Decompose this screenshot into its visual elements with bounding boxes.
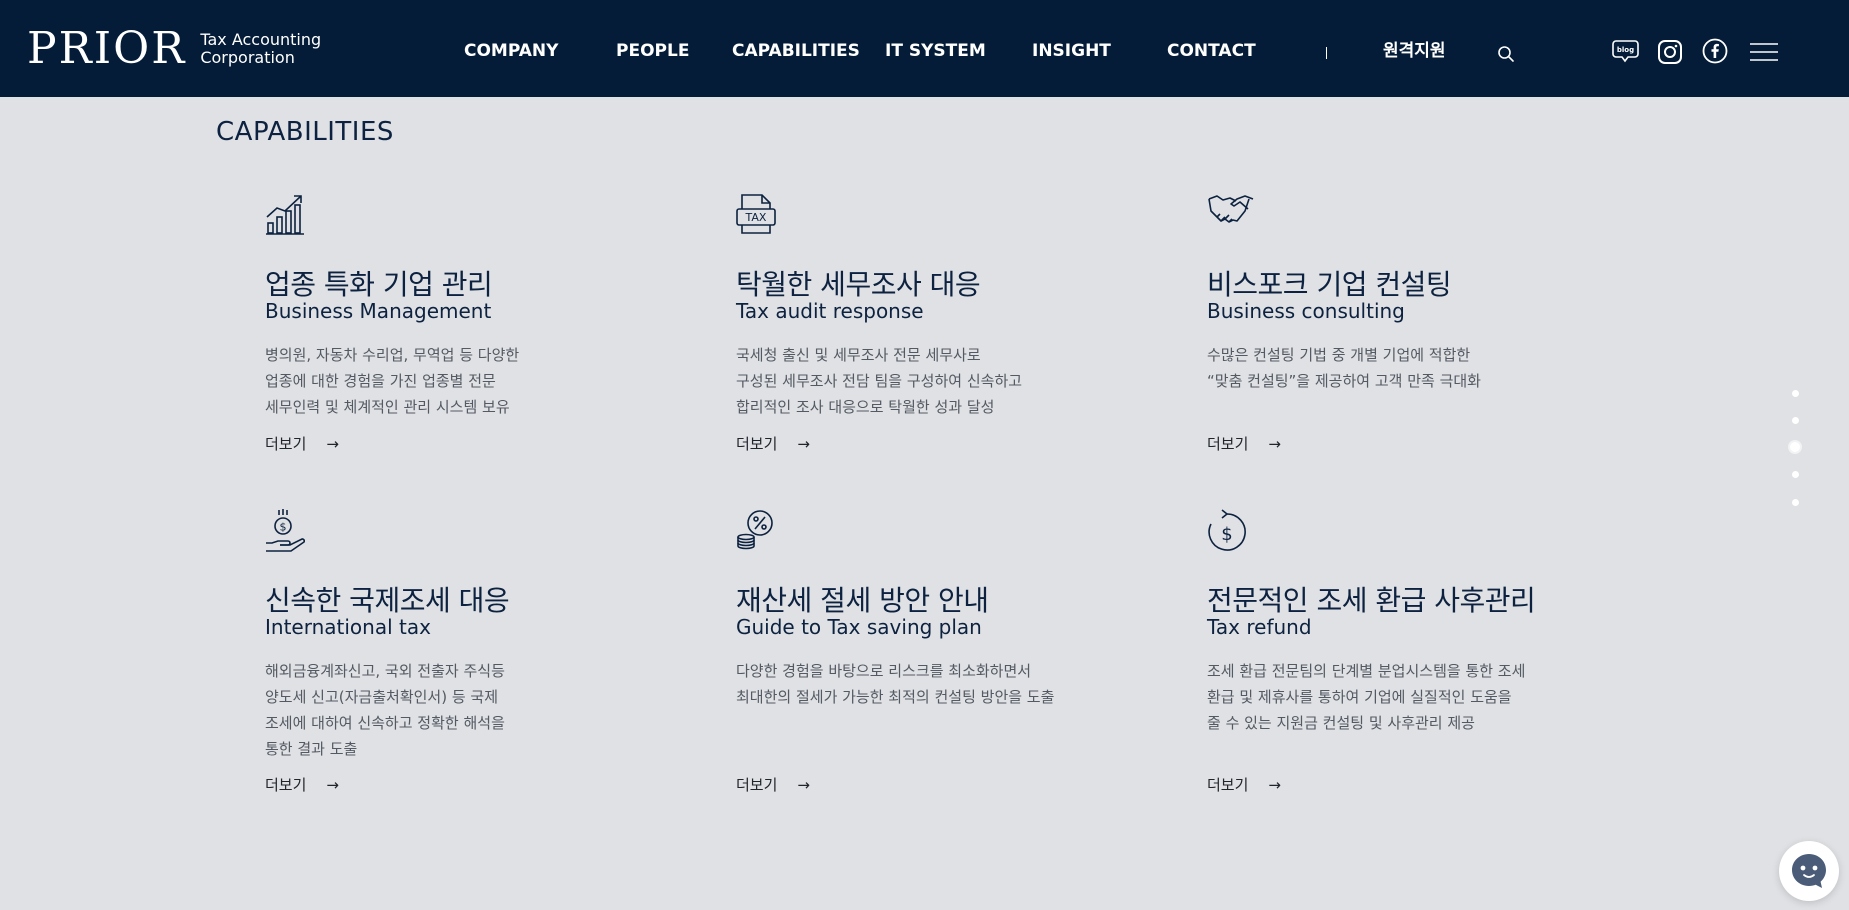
nav-contact[interactable]: CONTACT — [1167, 41, 1256, 61]
growth-chart-icon — [265, 193, 305, 235]
card-description-line: 구성된 세무조사 전담 팀을 구성하여 신속하고 — [736, 372, 1023, 390]
more-link[interactable]: 더보기 → — [1207, 433, 1281, 454]
card-description: 다양한 경험을 바탕으로 리스크를 최소화하면서 최대한의 절세가 가능한 최적… — [736, 658, 1054, 710]
card-title-korean: 재산세 절세 방안 안내 — [736, 584, 989, 617]
more-link[interactable]: 더보기 → — [265, 433, 339, 454]
more-link[interactable]: 더보기 → — [1207, 774, 1281, 795]
card-description-line: 업종에 대한 경험을 가진 업종별 전문 — [265, 372, 496, 390]
section-dot[interactable] — [1792, 417, 1799, 424]
arrow-right-icon: → — [1268, 775, 1281, 794]
arrow-right-icon: → — [797, 434, 810, 453]
section-dot-active[interactable] — [1790, 442, 1800, 452]
card-description-line: 합리적인 조사 대응으로 탁월한 성과 달성 — [736, 398, 995, 416]
card-description-line: 세무인력 및 체계적인 관리 시스템 보유 — [265, 398, 510, 416]
card-description-line: 환급 및 제휴사를 통하여 기업에 실질적인 도움을 — [1207, 688, 1512, 706]
section-dot[interactable] — [1792, 390, 1799, 397]
more-link[interactable]: 더보기 → — [736, 433, 810, 454]
nav-it-system[interactable]: IT SYSTEM — [885, 41, 986, 61]
instagram-icon[interactable] — [1657, 39, 1683, 65]
card-title-english: Business Management — [265, 299, 492, 323]
section-title: CAPABILITIES — [216, 117, 394, 147]
card-description-line: 수많은 컨설팅 기법 중 개별 기업에 적합한 — [1207, 346, 1471, 364]
logo-subtitle-line-1: Tax Accounting — [200, 30, 322, 49]
percent-coins-icon — [736, 509, 776, 551]
card-description: 국세청 출신 및 세무조사 전문 세무사로 구성된 세무조사 전담 팀을 구성하… — [736, 342, 1022, 420]
arrow-right-icon: → — [326, 434, 339, 453]
more-link[interactable]: 더보기 → — [265, 774, 339, 795]
more-link-label: 더보기 — [1207, 435, 1249, 453]
section-dot[interactable] — [1792, 471, 1799, 478]
capability-card-international-tax: $ 신속한 국제조세 대응 International tax 해외금융계좌신고… — [265, 509, 705, 799]
card-title-english: Tax refund — [1207, 615, 1312, 639]
card-description-line: 양도세 신고(자금출처확인서) 등 국제 — [265, 688, 499, 706]
card-title-korean: 신속한 국제조세 대응 — [265, 584, 510, 617]
more-link-label: 더보기 — [265, 776, 307, 794]
chatbot-button[interactable] — [1779, 841, 1839, 901]
header-divider — [1326, 47, 1327, 59]
section-dot[interactable] — [1792, 499, 1799, 506]
card-title-korean: 전문적인 조세 환급 사후관리 — [1207, 584, 1536, 617]
arrow-right-icon: → — [1268, 434, 1281, 453]
capability-card-tax-saving: 재산세 절세 방안 안내 Guide to Tax saving plan 다양… — [736, 509, 1176, 799]
arrow-right-icon: → — [797, 775, 810, 794]
card-title-english: Guide to Tax saving plan — [736, 615, 982, 639]
card-title-korean: 비스포크 기업 컨설팅 — [1207, 268, 1452, 301]
nav-insight[interactable]: INSIGHT — [1032, 41, 1111, 61]
logo-wordmark: PRIOR — [27, 23, 187, 74]
card-description: 해외금융계좌신고, 국외 전출자 주식등 양도세 신고(자금출처확인서) 등 국… — [265, 658, 505, 762]
card-description: 조세 환급 전문팀의 단계별 분업시스템을 통한 조세 환급 및 제휴사를 통하… — [1207, 658, 1525, 736]
dollar-refresh-icon: $ — [1207, 509, 1247, 551]
chatbot-icon — [1792, 854, 1826, 888]
more-link-label: 더보기 — [265, 435, 307, 453]
capability-card-business-consulting: 비스포크 기업 컨설팅 Business consulting 수많은 컨설팅 … — [1207, 193, 1647, 453]
nav-capabilities[interactable]: CAPABILITIES — [732, 41, 860, 61]
card-description-line: 다양한 경험을 바탕으로 리스크를 최소화하면서 — [736, 662, 1032, 680]
search-icon[interactable] — [1497, 45, 1515, 63]
nav-people[interactable]: PEOPLE — [616, 41, 689, 61]
card-title-english: International tax — [265, 615, 431, 639]
card-description-line: 국세청 출신 및 세무조사 전문 세무사로 — [736, 346, 981, 364]
logo-subtitle: Tax Accounting Corporation — [200, 31, 321, 67]
arrow-right-icon: → — [326, 775, 339, 794]
card-description: 수많은 컨설팅 기법 중 개별 기업에 적합한 “맞춤 컨설팅”을 제공하여 고… — [1207, 342, 1481, 394]
card-description-line: 조세 환급 전문팀의 단계별 분업시스템을 통한 조세 — [1207, 662, 1526, 680]
more-link[interactable]: 더보기 → — [736, 774, 810, 795]
facebook-icon[interactable] — [1702, 38, 1728, 64]
menu-icon[interactable] — [1749, 42, 1779, 62]
blog-icon[interactable]: blog — [1612, 39, 1639, 64]
svg-text:$: $ — [280, 521, 287, 534]
logo-subtitle-line-2: Corporation — [200, 48, 295, 67]
card-title-english: Business consulting — [1207, 299, 1405, 323]
site-header: PRIOR Tax Accounting Corporation COMPANY… — [0, 0, 1849, 97]
card-description-line: 해외금융계좌신고, 국외 전출자 주식등 — [265, 662, 505, 680]
capability-card-business-management: 업종 특화 기업 관리 Business Management 병의원, 자동차… — [265, 193, 705, 453]
coin-hand-icon: $ — [265, 509, 306, 552]
card-description-line: 병의원, 자동차 수리업, 무역업 등 다양한 — [265, 346, 520, 364]
more-link-label: 더보기 — [736, 776, 778, 794]
capability-card-tax-refund: $ 전문적인 조세 환급 사후관리 Tax refund 조세 환급 전문팀의 … — [1207, 509, 1647, 799]
card-description-line: 통한 결과 도출 — [265, 740, 358, 758]
tax-icon-label: TAX — [745, 211, 767, 224]
card-description-line: 최대한의 절세가 가능한 최적의 컨설팅 방안을 도출 — [736, 688, 1055, 706]
remote-support-link[interactable]: 원격지원 — [1383, 41, 1446, 61]
svg-text:$: $ — [1221, 524, 1232, 545]
card-title-korean: 업종 특화 기업 관리 — [265, 268, 493, 301]
card-description-line: “맞춤 컨설팅”을 제공하여 고객 만족 극대화 — [1207, 372, 1481, 390]
capability-card-tax-audit: TAX 탁월한 세무조사 대응 Tax audit response 국세청 출… — [736, 193, 1176, 453]
more-link-label: 더보기 — [736, 435, 778, 453]
tax-document-icon: TAX — [736, 193, 776, 235]
nav-company[interactable]: COMPANY — [464, 41, 558, 61]
handshake-icon — [1207, 193, 1255, 235]
card-description: 병의원, 자동차 수리업, 무역업 등 다양한 업종에 대한 경험을 가진 업종… — [265, 342, 519, 420]
logo[interactable]: PRIOR Tax Accounting Corporation — [27, 26, 321, 72]
card-title-english: Tax audit response — [736, 299, 924, 323]
card-description-line: 줄 수 있는 지원금 컨설팅 및 사후관리 제공 — [1207, 714, 1475, 732]
card-description-line: 조세에 대하여 신속하고 정확한 해석을 — [265, 714, 505, 732]
more-link-label: 더보기 — [1207, 776, 1249, 794]
blog-icon-label: blog — [1617, 46, 1634, 54]
card-title-korean: 탁월한 세무조사 대응 — [736, 268, 981, 301]
